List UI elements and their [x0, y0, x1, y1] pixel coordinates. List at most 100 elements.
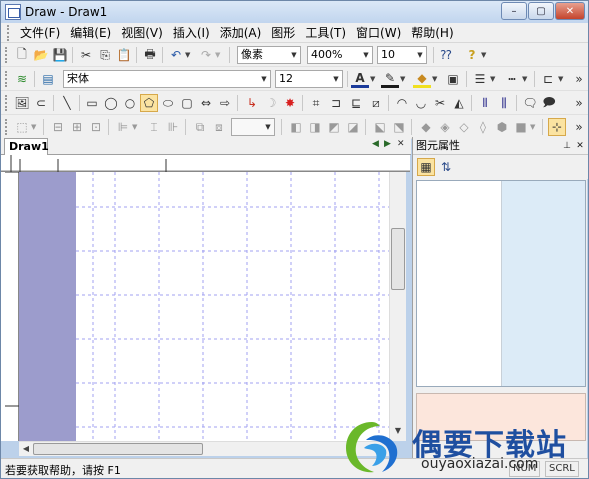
help-dropdown-icon[interactable]: ▼ — [481, 46, 489, 64]
combine-icon[interactable]: ◆ — [417, 118, 435, 136]
layers-icon[interactable]: ≋ — [13, 70, 31, 88]
menu-shape[interactable]: 图形 — [266, 24, 300, 42]
image-icon[interactable]: 🖼 — [13, 94, 31, 112]
rectangle-tool-icon[interactable]: ▭ — [83, 94, 101, 112]
subtract-icon[interactable]: ◊ — [474, 118, 492, 136]
unit-select[interactable]: 像素 ▼ — [237, 46, 301, 64]
toolbar-grip[interactable] — [5, 119, 9, 135]
union-icon[interactable]: ◈ — [436, 118, 454, 136]
chevron-down-icon[interactable]: ▼ — [288, 47, 300, 63]
backward-icon[interactable]: ◪ — [344, 118, 362, 136]
menubar-grip[interactable] — [7, 24, 11, 41]
toolbar-overflow-icon[interactable]: » — [570, 118, 588, 136]
align-tool-icon[interactable]: ⫴ — [476, 94, 494, 112]
chevron-down-icon[interactable]: ▼ — [414, 47, 426, 63]
same-size-icon[interactable]: ⊡ — [87, 118, 105, 136]
close-button[interactable]: ✕ — [555, 2, 585, 20]
polygon-tool-icon[interactable]: ⬠ — [140, 94, 158, 112]
rounded-rect-tool-icon[interactable]: ⬭ — [159, 94, 177, 112]
font-color-dropdown-icon[interactable]: ▼ — [370, 70, 378, 88]
comment-tool-icon[interactable]: 🗩 — [540, 94, 558, 112]
bring-front-icon[interactable]: ◧ — [287, 118, 305, 136]
vscroll-thumb[interactable] — [391, 228, 405, 290]
send-back-icon[interactable]: ◨ — [306, 118, 324, 136]
curve-tool-icon[interactable]: ◠ — [393, 94, 411, 112]
arc-tool-icon[interactable]: ☽ — [262, 94, 280, 112]
horizontal-ruler[interactable] — [1, 155, 410, 172]
connector-tool-icon[interactable]: ↳ — [243, 94, 261, 112]
line-ends-icon[interactable]: ⊏ — [539, 70, 557, 88]
open-folder-icon[interactable]: 📂 — [32, 46, 50, 64]
line-style-icon[interactable]: ┅ — [503, 70, 521, 88]
property-divider[interactable] — [501, 181, 502, 386]
copy-icon[interactable]: ⎘ — [96, 46, 114, 64]
double-arrow-tool-icon[interactable]: ⇔ — [197, 94, 215, 112]
snap-grid-icon[interactable]: ⊹ — [548, 118, 566, 136]
line-ends-dropdown-icon[interactable]: ▼ — [558, 70, 566, 88]
chevron-down-icon[interactable]: ▼ — [330, 71, 342, 87]
font-size-select[interactable]: 12 ▼ — [275, 70, 343, 88]
bezier-tool-icon[interactable]: ◡ — [412, 94, 430, 112]
redo-dropdown-icon[interactable]: ▼ — [215, 46, 223, 64]
ellipse-tool-icon[interactable]: ◯ — [102, 94, 120, 112]
save-icon[interactable]: 💾 — [51, 46, 69, 64]
maximize-button[interactable]: ▢ — [528, 2, 554, 20]
tab-prev-icon[interactable]: ◀ — [372, 139, 379, 149]
menu-help[interactable]: 帮助(H) — [406, 24, 458, 42]
scroll-left-icon[interactable]: ◀ — [19, 442, 33, 456]
align-dropdown-icon[interactable]: ▼ — [132, 118, 140, 136]
scissors-tool-icon[interactable]: ✂ — [431, 94, 449, 112]
line-tool-icon[interactable]: ╲ — [58, 94, 76, 112]
print-icon[interactable]: 🖶 — [141, 46, 159, 64]
fill-color-icon[interactable]: ◆ — [413, 70, 431, 88]
undo-icon[interactable]: ↶ — [167, 46, 185, 64]
group-icon[interactable]: ⧉ — [191, 118, 209, 136]
new-file-icon[interactable]: 🗋 — [13, 46, 31, 64]
line-style-dropdown-icon[interactable]: ▼ — [522, 70, 530, 88]
toolbar-grip[interactable] — [5, 95, 9, 111]
cross-tool-icon[interactable]: ⌗ — [307, 94, 325, 112]
menu-view[interactable]: 视图(V) — [116, 24, 168, 42]
paste-icon[interactable]: 📋 — [115, 46, 133, 64]
menu-insert[interactable]: 插入(I) — [168, 24, 215, 42]
font-color-icon[interactable]: A — [351, 70, 369, 88]
flip-tool-icon[interactable]: ⇨ — [216, 94, 234, 112]
menu-add[interactable]: 添加(A) — [215, 24, 267, 42]
size-select[interactable]: 10 ▼ — [377, 46, 427, 64]
tab-draw1[interactable]: Draw1 — [4, 138, 49, 155]
toolbar-overflow-icon[interactable]: » — [570, 94, 588, 112]
font-select[interactable]: 宋体 ▼ — [63, 70, 271, 88]
undo-dropdown-icon[interactable]: ▼ — [185, 46, 193, 64]
step-tool-icon[interactable]: ⊑ — [347, 94, 365, 112]
pointer-dropdown-icon[interactable]: ▼ — [31, 118, 39, 136]
forward-icon[interactable]: ◩ — [325, 118, 343, 136]
intersect-icon[interactable]: ◇ — [455, 118, 473, 136]
pin-icon[interactable]: ⊥ — [561, 139, 573, 153]
vertical-scrollbar[interactable]: ▼ — [389, 172, 406, 441]
callout-tool-icon[interactable]: 🗨 — [521, 94, 539, 112]
menu-file[interactable]: 文件(F) — [15, 24, 65, 42]
rounded-square-tool-icon[interactable]: ▢ — [178, 94, 196, 112]
ungroup-icon[interactable]: ⧈ — [210, 118, 228, 136]
toolbar-overflow-icon[interactable]: » — [570, 70, 588, 88]
cut-icon[interactable]: ✂ — [77, 46, 95, 64]
title-bar[interactable]: Draw - Draw1 – ▢ ✕ — [1, 1, 588, 23]
minimize-button[interactable]: – — [501, 2, 527, 20]
sort-alpha-icon[interactable]: ⇅ — [437, 158, 455, 176]
fill-shape-dropdown-icon[interactable]: ▼ — [530, 118, 538, 136]
close-doc-icon[interactable]: ✕ — [397, 139, 405, 149]
line-weight-dropdown-icon[interactable]: ▼ — [490, 70, 498, 88]
hatch-tool-icon[interactable]: ⧄ — [367, 94, 385, 112]
shadow-icon[interactable]: ▣ — [444, 70, 462, 88]
fill-color-dropdown-icon[interactable]: ▼ — [432, 70, 440, 88]
style-icon[interactable]: ▤ — [39, 70, 57, 88]
property-grid[interactable] — [416, 180, 586, 387]
same-width-icon[interactable]: ⊟ — [49, 118, 67, 136]
flip-h-icon[interactable]: ⬔ — [390, 118, 408, 136]
categorized-icon[interactable]: ▦ — [417, 158, 435, 176]
toolbar-grip[interactable] — [5, 71, 9, 87]
horizontal-scrollbar[interactable]: ◀ — [19, 441, 389, 456]
arrange-select[interactable]: ▼ — [231, 118, 275, 136]
toolbar-grip[interactable] — [5, 47, 9, 63]
same-height-icon[interactable]: ⊞ — [68, 118, 86, 136]
